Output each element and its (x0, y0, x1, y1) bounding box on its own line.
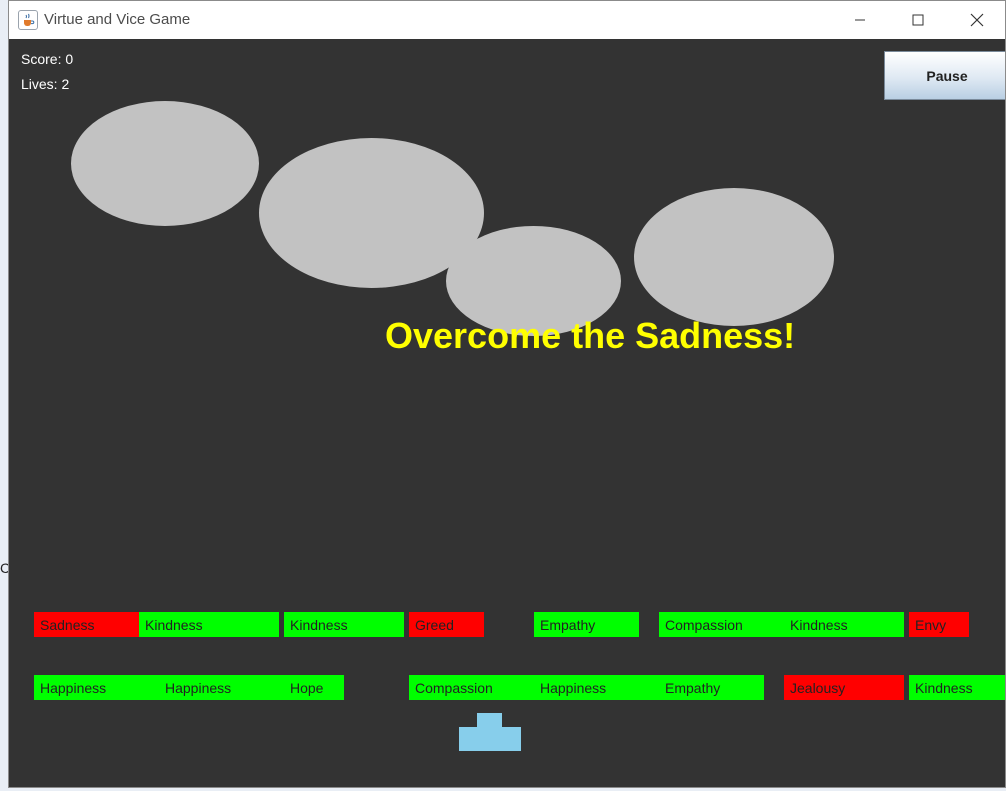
maximize-button[interactable] (895, 1, 941, 39)
game-window: Virtue and Vice Game Score: 0 Lives: 2 P… (8, 0, 1006, 788)
score-label: Score: 0 (21, 51, 74, 67)
row1-brick-vice: Sadness (34, 612, 139, 637)
pause-button[interactable]: Pause (884, 51, 1005, 100)
row1-brick-vice: Envy (909, 612, 969, 637)
title-bar[interactable]: Virtue and Vice Game (9, 1, 1005, 39)
row2-brick-virtue: Happiness (159, 675, 284, 700)
window-title: Virtue and Vice Game (44, 11, 191, 28)
game-message: Overcome the Sadness! (385, 315, 796, 356)
row1-brick-virtue: Kindness (139, 612, 279, 637)
java-coffee-cup-icon (18, 10, 38, 30)
row2-brick-virtue: Empathy (659, 675, 764, 700)
lives-label: Lives: 2 (21, 76, 70, 92)
row2-brick-vice: Jealousy (784, 675, 904, 700)
close-button[interactable] (954, 1, 1000, 39)
maximize-icon (912, 14, 924, 26)
ball (71, 101, 259, 226)
row2-brick-virtue: Happiness (34, 675, 159, 700)
player-paddle-top[interactable] (477, 713, 502, 727)
row1-brick-virtue: Kindness (784, 612, 904, 637)
row2-brick-virtue: Hope (284, 675, 344, 700)
row2-brick-virtue: Compassion (409, 675, 534, 700)
row2-brick-virtue: Happiness (534, 675, 659, 700)
minimize-button[interactable] (837, 1, 883, 39)
row1-brick-vice: Greed (409, 612, 484, 637)
row2-brick-virtue: Kindness (909, 675, 1005, 700)
ball (634, 188, 834, 326)
close-icon (970, 13, 984, 27)
player-paddle[interactable] (459, 727, 521, 751)
game-canvas[interactable]: Score: 0 Lives: 2 Pause Overcome the Sad… (9, 39, 1005, 787)
row1-brick-virtue: Compassion (659, 612, 784, 637)
row1-brick-virtue: Empathy (534, 612, 639, 637)
row1-brick-virtue: Kindness (284, 612, 404, 637)
minimize-icon (855, 19, 865, 21)
